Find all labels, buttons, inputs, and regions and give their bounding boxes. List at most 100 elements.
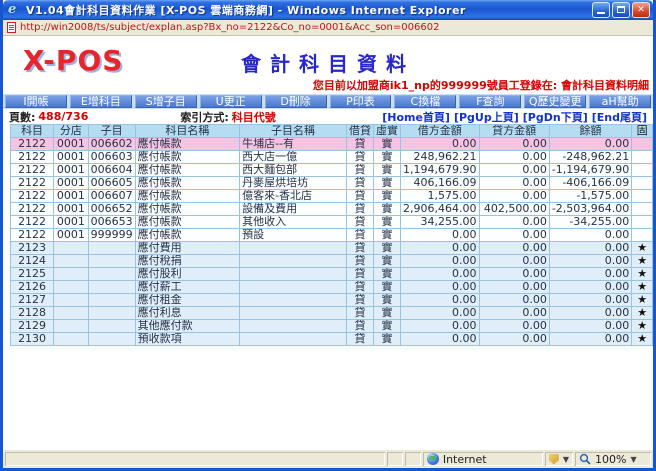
cell-balance: -1,575.00 <box>549 190 631 203</box>
chevron-down-icon: ▼ <box>563 455 569 464</box>
zoom-control[interactable]: 100% ▼ <box>575 452 651 466</box>
nav-link-pgup[interactable]: [PgUp上頁] <box>454 109 519 125</box>
column-header-virtual-real: 虛實 <box>374 125 401 138</box>
table-row[interactable]: 21220001006653應付帳款其他收入貸實34,255.000.00-34… <box>11 216 653 229</box>
nav-link-pgdn[interactable]: [PgDn下頁] <box>523 109 588 125</box>
table-row[interactable]: 21220001006605應付帳款丹麥屋烘培坊貸實406,166.090.00… <box>11 177 653 190</box>
cell-debit-credit: 貸 <box>347 268 374 281</box>
cell-virtual-real: 實 <box>374 320 401 333</box>
cell-credit-amount: 0.00 <box>479 164 549 177</box>
cell-branch <box>54 333 89 346</box>
cell-sub: 006603 <box>88 151 135 164</box>
table-row[interactable]: 21220001999999應付帳款預設貸實0.000.000.00 <box>11 229 653 242</box>
toolbar-button-query[interactable]: F查詢 <box>459 95 521 108</box>
cell-acct-name: 應付利息 <box>135 307 239 320</box>
cell-credit-amount: 0.00 <box>479 138 549 151</box>
cell-branch: 0001 <box>54 203 89 216</box>
cell-sub <box>88 320 135 333</box>
cell-acct: 2122 <box>11 229 54 242</box>
cell-branch <box>54 255 89 268</box>
cell-branch: 0001 <box>54 138 89 151</box>
cell-acct: 2125 <box>11 268 54 281</box>
cell-virtual-real: 實 <box>374 255 401 268</box>
cell-virtual-real: 實 <box>374 307 401 320</box>
nav-link-end[interactable]: [End尾頁] <box>592 109 647 125</box>
table-row[interactable]: 21220001006604應付帳款西大麵包部貸實1,194,679.900.0… <box>11 164 653 177</box>
cell-credit-amount: 0.00 <box>479 229 549 242</box>
toolbar-button-add-account[interactable]: E增科目 <box>70 95 132 108</box>
table-row[interactable]: 2130預收款項貸實0.000.000.00★ <box>11 333 653 346</box>
cell-branch <box>54 242 89 255</box>
nav-link-home[interactable]: [Home首頁] <box>382 109 450 125</box>
cell-acct: 2127 <box>11 294 54 307</box>
shield-icon <box>549 454 559 465</box>
cell-fixed: ★ <box>632 294 653 307</box>
cell-sub <box>88 333 135 346</box>
cell-debit-credit: 貸 <box>347 190 374 203</box>
toolbar-button-print[interactable]: P印表 <box>330 95 392 108</box>
cell-sub <box>88 307 135 320</box>
cell-sub: 006604 <box>88 164 135 177</box>
table-row[interactable]: 21220001006652應付帳款設備及費用貸實2,906,464.00402… <box>11 203 653 216</box>
address-url[interactable]: http://win2008/ts/subject/explan.asp?Bx_… <box>20 22 439 33</box>
login-info: 您目前以加盟商ik1_np的999999號員工登錄在: 會計科目資料明細 <box>313 77 649 93</box>
cell-credit-amount: 0.00 <box>479 320 549 333</box>
toolbar-button-open-book[interactable]: I開帳 <box>5 95 67 108</box>
cell-debit-credit: 貸 <box>347 242 374 255</box>
cell-debit-amount: 1,194,679.90 <box>401 164 479 177</box>
toolbar-button-switch-file[interactable]: C換檔 <box>394 95 456 108</box>
cell-virtual-real: 實 <box>374 268 401 281</box>
cell-fixed: ★ <box>632 281 653 294</box>
table-row[interactable]: 21220001006607應付帳款億客來-香北店貸實1,575.000.00-… <box>11 190 653 203</box>
table-body: 21220001006602應付帳款牛埔店--有貸實0.000.000.0021… <box>11 138 653 346</box>
toolbar-button-update[interactable]: U更正 <box>200 95 262 108</box>
table-row[interactable]: 2126應付薪工貸實0.000.000.00★ <box>11 281 653 294</box>
status-spacer <box>405 452 421 466</box>
table-row[interactable]: 21220001006603應付帳款西大店一億貸實248,962.210.00-… <box>11 151 653 164</box>
nav-links: [Home首頁][PgUp上頁][PgDn下頁][End尾頁] <box>382 109 647 125</box>
table-row[interactable]: 2124應付稅捐貸實0.000.000.00★ <box>11 255 653 268</box>
cell-debit-amount: 0.00 <box>401 255 479 268</box>
security-zone-indicator: Internet <box>423 452 543 466</box>
toolbar-button-history[interactable]: Q歷史變更 <box>524 95 586 108</box>
cell-acct-name: 預收款項 <box>135 333 239 346</box>
cell-credit-amount: 0.00 <box>479 294 549 307</box>
cell-balance: 0.00 <box>549 242 631 255</box>
cell-balance: 0.00 <box>549 320 631 333</box>
cell-sub: 006652 <box>88 203 135 216</box>
cell-debit-amount: 0.00 <box>401 281 479 294</box>
cell-fixed <box>632 177 653 190</box>
address-bar[interactable]: http://win2008/ts/subject/explan.asp?Bx_… <box>3 20 653 36</box>
cell-virtual-real: 實 <box>374 294 401 307</box>
cell-acct: 2129 <box>11 320 54 333</box>
cell-debit-amount: 0.00 <box>401 268 479 281</box>
cell-sub: 006605 <box>88 177 135 190</box>
table-row[interactable]: 2127應付租金貸實0.000.000.00★ <box>11 294 653 307</box>
cell-credit-amount: 0.00 <box>479 255 549 268</box>
cell-sub-name <box>240 320 347 333</box>
toolbar-button-help[interactable]: aH幫助 <box>589 95 651 108</box>
table-row[interactable]: 2129其他應付款貸實0.000.000.00★ <box>11 320 653 333</box>
protected-mode-control[interactable]: ▼ <box>545 452 573 466</box>
column-header-acct-name: 科目名稱 <box>135 125 239 138</box>
cell-fixed <box>632 229 653 242</box>
chevron-down-icon: ▼ <box>630 455 636 464</box>
table-row[interactable]: 21220001006602應付帳款牛埔店--有貸實0.000.000.00 <box>11 138 653 151</box>
cell-sub-name: 丹麥屋烘培坊 <box>240 177 347 190</box>
table-row[interactable]: 2123應付費用貸實0.000.000.00★ <box>11 242 653 255</box>
table-row[interactable]: 2125應付股利貸實0.000.000.00★ <box>11 268 653 281</box>
cell-virtual-real: 實 <box>374 151 401 164</box>
cell-debit-amount: 406,166.09 <box>401 177 479 190</box>
cell-virtual-real: 實 <box>374 177 401 190</box>
cell-branch <box>54 307 89 320</box>
titlebar[interactable]: e V1.04會計科目資料作業 [X-POS 雲端商務網] - Windows … <box>3 0 653 20</box>
table-row[interactable]: 2128應付利息貸實0.000.000.00★ <box>11 307 653 320</box>
toolbar-button-delete[interactable]: D刪除 <box>265 95 327 108</box>
column-header-credit-amount: 貸方金額 <box>479 125 549 138</box>
maximize-button[interactable] <box>612 2 630 18</box>
minimize-button[interactable] <box>592 2 610 18</box>
toolbar-button-add-subaccount[interactable]: S增子目 <box>135 95 197 108</box>
cell-debit-amount: 2,906,464.00 <box>401 203 479 216</box>
close-button[interactable]: ✕ <box>632 2 650 18</box>
accounts-table: 科目分店子目科目名稱子目名稱借貸虛實借方金額貸方金額餘額固 2122000100… <box>10 124 653 346</box>
